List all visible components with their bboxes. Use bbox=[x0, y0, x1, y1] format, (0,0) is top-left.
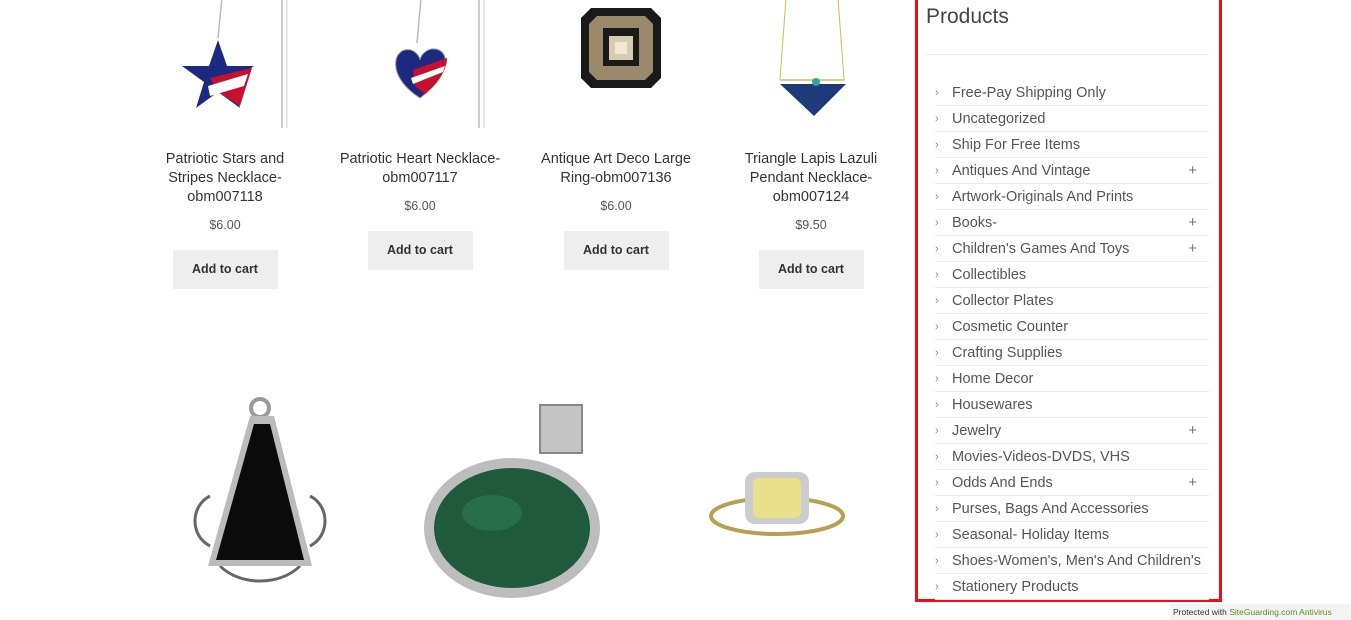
chevron-right-icon: › bbox=[935, 451, 939, 463]
category-item[interactable]: › Uncategorized bbox=[935, 106, 1209, 132]
add-to-cart-button[interactable]: Add to cart bbox=[563, 231, 669, 270]
chevron-right-icon: › bbox=[935, 269, 939, 281]
category-label[interactable]: Collector Plates bbox=[952, 293, 1054, 309]
product-image-yellow-ring[interactable] bbox=[697, 450, 857, 560]
product-title[interactable]: Patriotic Heart Necklace-obm007117 bbox=[335, 150, 505, 188]
category-label[interactable]: Uncategorized bbox=[952, 111, 1046, 127]
expand-plus-icon[interactable]: + bbox=[1188, 210, 1197, 236]
chevron-right-icon: › bbox=[935, 555, 939, 567]
product-image-lapis-pendant[interactable] bbox=[746, 0, 876, 128]
category-item[interactable]: › Odds And Ends + bbox=[935, 470, 1209, 496]
product-price: $6.00 bbox=[404, 199, 436, 213]
expand-plus-icon[interactable]: + bbox=[1188, 470, 1197, 496]
category-item[interactable]: › Collector Plates bbox=[935, 288, 1209, 314]
security-badge: Protected with SiteGuarding.com Antiviru… bbox=[1170, 604, 1351, 620]
category-label[interactable]: Books- bbox=[952, 215, 997, 231]
category-label[interactable]: Stationery Products bbox=[952, 579, 1079, 595]
divider bbox=[926, 54, 1209, 55]
product-card: Patriotic Stars and Stripes Necklace-obm… bbox=[140, 0, 310, 289]
category-label[interactable]: Free-Pay Shipping Only bbox=[952, 85, 1106, 101]
chevron-right-icon: › bbox=[935, 87, 939, 99]
category-label[interactable]: Collectibles bbox=[952, 267, 1026, 283]
category-item[interactable]: › Antiques And Vintage + bbox=[935, 158, 1209, 184]
product-image-jade-pendant[interactable] bbox=[412, 393, 624, 607]
category-label[interactable]: Cosmetic Counter bbox=[952, 319, 1068, 335]
category-item[interactable]: › Stationery Products bbox=[935, 574, 1209, 600]
expand-plus-icon[interactable]: + bbox=[1188, 418, 1197, 444]
category-item[interactable]: › Jewelry + bbox=[935, 418, 1209, 444]
product-price: $9.50 bbox=[795, 218, 827, 232]
category-item[interactable]: › Collectibles bbox=[935, 262, 1209, 288]
add-to-cart-button[interactable]: Add to cart bbox=[367, 231, 473, 270]
chevron-right-icon: › bbox=[935, 425, 939, 437]
product-image-art-deco-ring[interactable] bbox=[551, 0, 681, 128]
security-badge-link[interactable]: SiteGuarding.com Antivirus bbox=[1229, 607, 1332, 617]
add-to-cart-button[interactable]: Add to cart bbox=[758, 250, 864, 289]
category-item[interactable]: › Crafting Supplies bbox=[935, 340, 1209, 366]
product-title[interactable]: Patriotic Stars and Stripes Necklace-obm… bbox=[140, 150, 310, 207]
chevron-right-icon: › bbox=[935, 399, 939, 411]
product-price: $6.00 bbox=[209, 218, 241, 232]
add-to-cart-button[interactable]: Add to cart bbox=[172, 250, 278, 289]
sidebar-title: Products bbox=[926, 5, 1009, 28]
category-label[interactable]: Shoes-Women's, Men's And Children's bbox=[952, 553, 1201, 569]
chevron-right-icon: › bbox=[935, 581, 939, 593]
expand-plus-icon[interactable]: + bbox=[1188, 236, 1197, 262]
category-item[interactable]: › Cosmetic Counter bbox=[935, 314, 1209, 340]
product-title[interactable]: Antique Art Deco Large Ring-obm007136 bbox=[531, 150, 701, 188]
category-item[interactable]: › Movies-Videos-DVDS, VHS bbox=[935, 444, 1209, 470]
chevron-right-icon: › bbox=[935, 503, 939, 515]
chevron-right-icon: › bbox=[935, 529, 939, 541]
category-label[interactable]: Movies-Videos-DVDS, VHS bbox=[952, 449, 1130, 465]
category-item[interactable]: › Shoes-Women's, Men's And Children's bbox=[935, 548, 1209, 574]
product-image-stars-necklace[interactable] bbox=[160, 0, 290, 128]
security-badge-prefix: Protected with bbox=[1173, 607, 1227, 617]
category-label[interactable]: Odds And Ends bbox=[952, 475, 1053, 491]
category-item[interactable]: › Free-Pay Shipping Only bbox=[935, 80, 1209, 106]
expand-plus-icon[interactable]: + bbox=[1188, 158, 1197, 184]
product-title[interactable]: Triangle Lapis Lazuli Pendant Necklace-o… bbox=[726, 150, 896, 207]
chevron-right-icon: › bbox=[935, 139, 939, 151]
chevron-right-icon: › bbox=[935, 165, 939, 177]
category-item[interactable]: › Books- + bbox=[935, 210, 1209, 236]
product-price: $6.00 bbox=[600, 199, 632, 213]
category-item[interactable]: › Home Decor bbox=[935, 366, 1209, 392]
product-card: Patriotic Heart Necklace-obm007117 $6.00… bbox=[335, 0, 505, 270]
category-label[interactable]: Housewares bbox=[952, 397, 1033, 413]
product-card: Triangle Lapis Lazuli Pendant Necklace-o… bbox=[726, 0, 896, 289]
product-card: Antique Art Deco Large Ring-obm007136 $6… bbox=[531, 0, 701, 270]
product-image-onyx-pendant[interactable] bbox=[180, 396, 335, 608]
chevron-right-icon: › bbox=[935, 217, 939, 229]
category-label[interactable]: Ship For Free Items bbox=[952, 137, 1080, 153]
category-list: › Free-Pay Shipping Only › Uncategorized › Sh… bbox=[935, 80, 1209, 600]
chevron-right-icon: › bbox=[935, 113, 939, 125]
chevron-right-icon: › bbox=[935, 477, 939, 489]
product-image-heart-necklace[interactable] bbox=[355, 0, 485, 128]
chevron-right-icon: › bbox=[935, 295, 939, 307]
category-label[interactable]: Crafting Supplies bbox=[952, 345, 1062, 361]
category-item[interactable]: › Purses, Bags And Accessories bbox=[935, 496, 1209, 522]
category-item[interactable]: › Children's Games And Toys + bbox=[935, 236, 1209, 262]
chevron-right-icon: › bbox=[935, 321, 939, 333]
category-label[interactable]: Home Decor bbox=[952, 371, 1033, 387]
category-label[interactable]: Antiques And Vintage bbox=[952, 163, 1090, 179]
products-sidebar: Products › Free-Pay Shipping Only › Uncateg… bbox=[915, 0, 1222, 602]
chevron-right-icon: › bbox=[935, 191, 939, 203]
category-label[interactable]: Purses, Bags And Accessories bbox=[952, 501, 1149, 517]
category-item[interactable]: › Seasonal- Holiday Items bbox=[935, 522, 1209, 548]
category-item[interactable]: › Housewares bbox=[935, 392, 1209, 418]
chevron-right-icon: › bbox=[935, 373, 939, 385]
category-label[interactable]: Artwork-Originals And Prints bbox=[952, 189, 1133, 205]
category-label[interactable]: Children's Games And Toys bbox=[952, 241, 1129, 257]
chevron-right-icon: › bbox=[935, 243, 939, 255]
category-label[interactable]: Jewelry bbox=[952, 423, 1001, 439]
category-label[interactable]: Seasonal- Holiday Items bbox=[952, 527, 1109, 543]
chevron-right-icon: › bbox=[935, 347, 939, 359]
category-item[interactable]: › Ship For Free Items bbox=[935, 132, 1209, 158]
category-item[interactable]: › Artwork-Originals And Prints bbox=[935, 184, 1209, 210]
